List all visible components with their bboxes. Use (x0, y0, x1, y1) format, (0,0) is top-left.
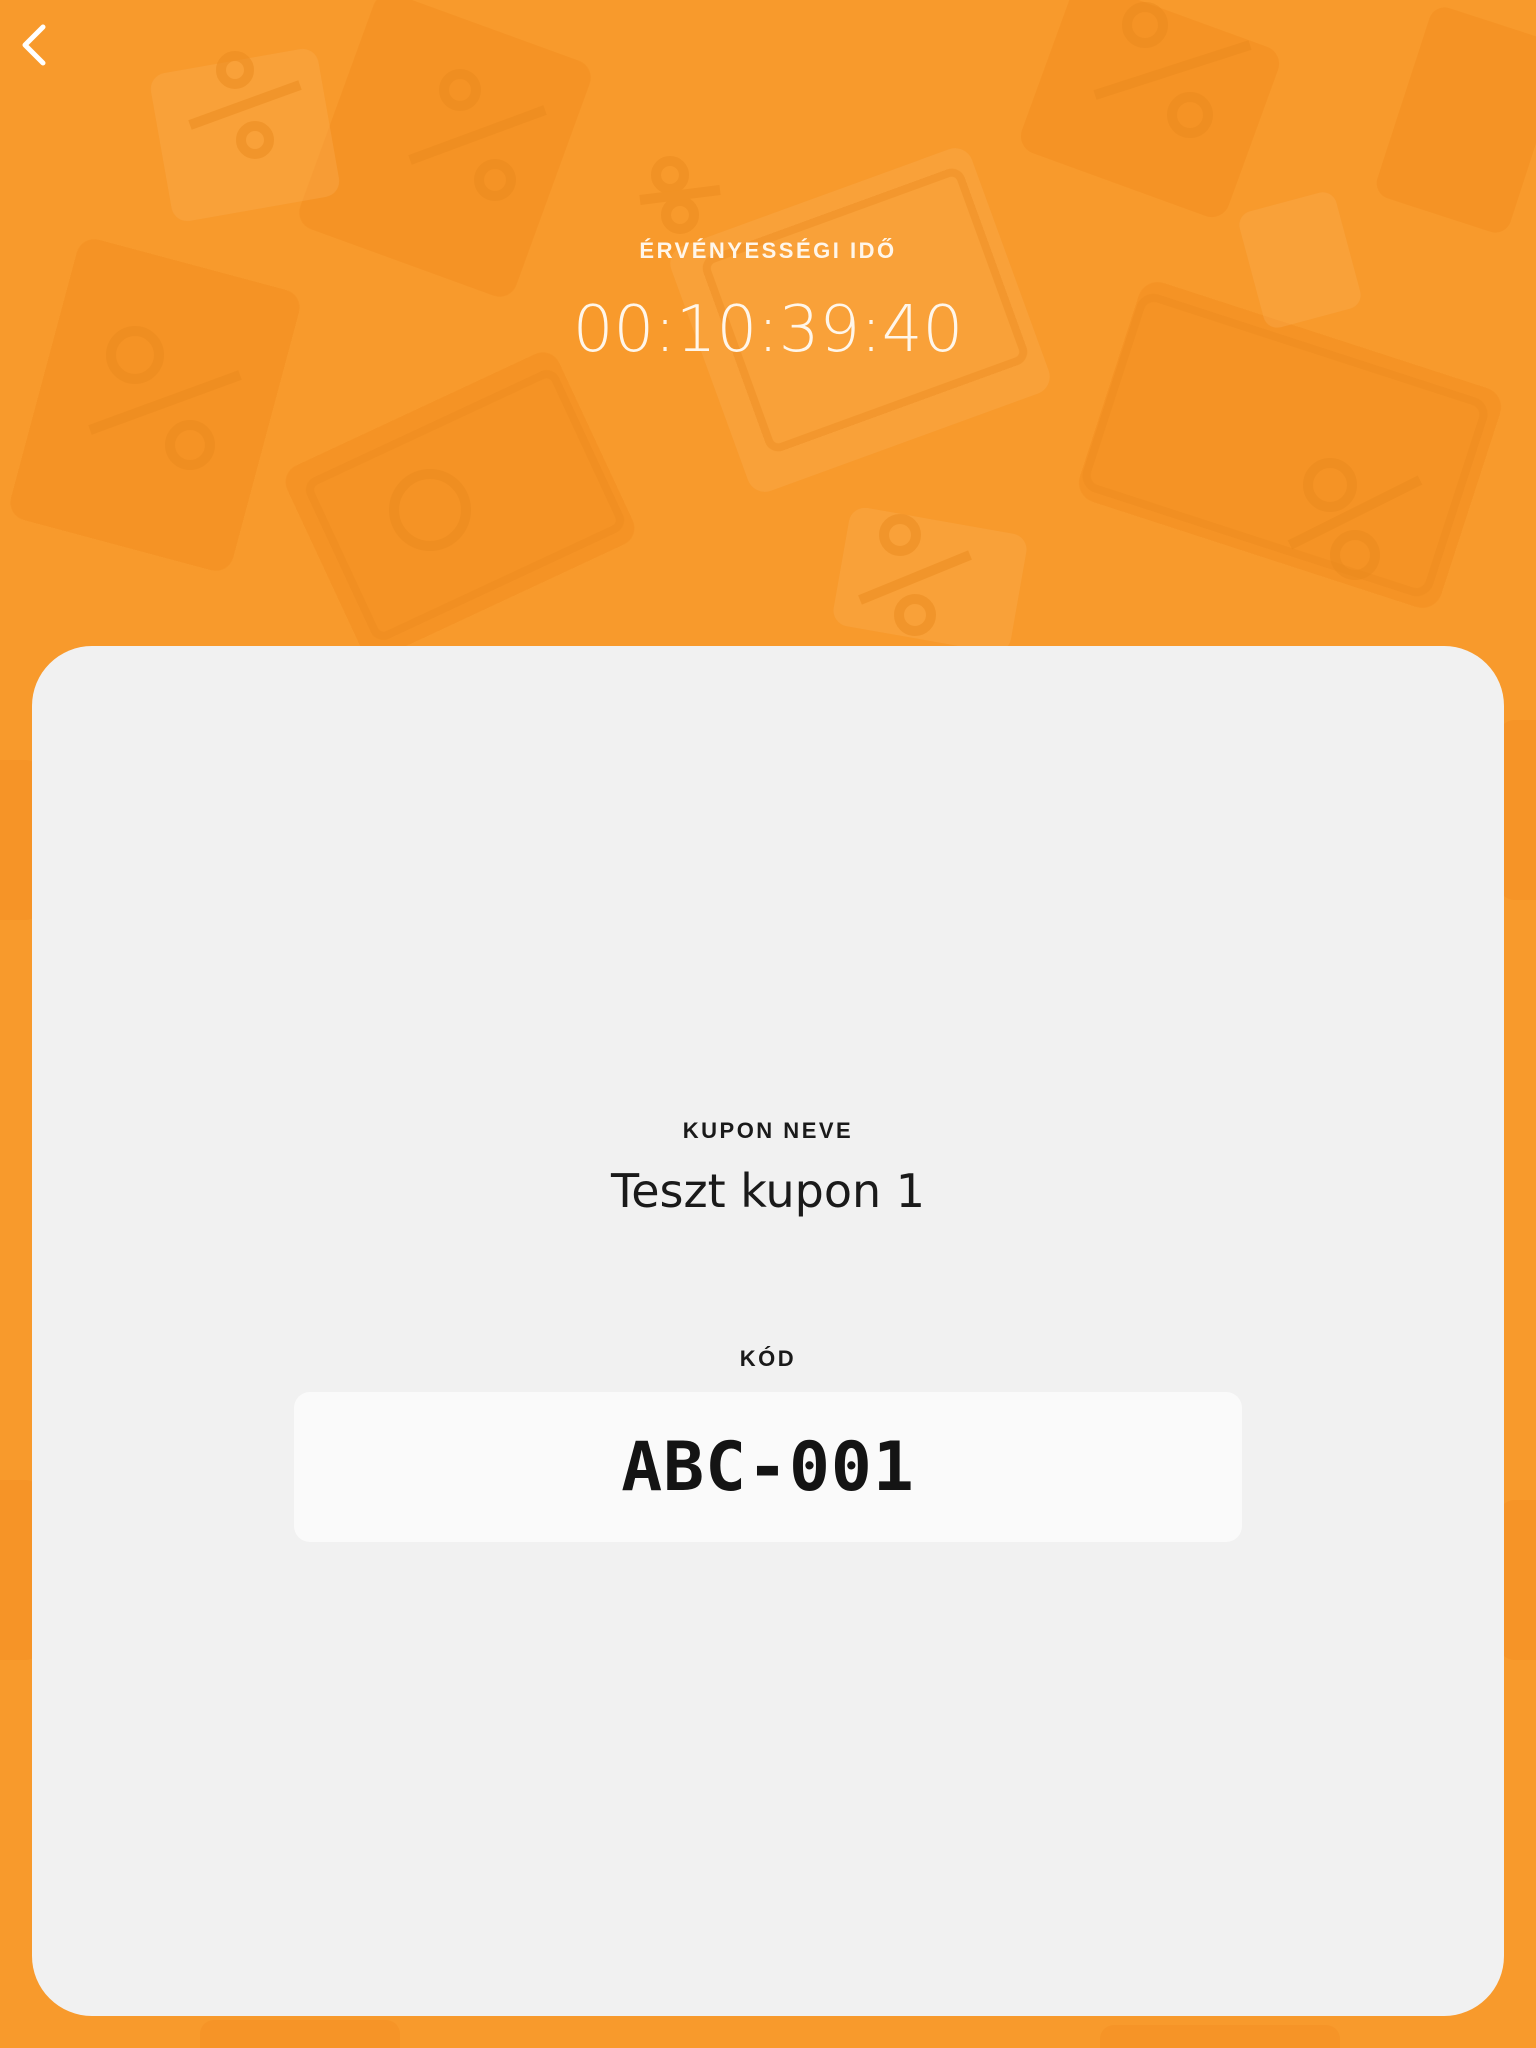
back-button[interactable] (4, 10, 64, 80)
coupon-code-value: ABC-001 (621, 1427, 915, 1507)
coupon-name-label: KUPON NEVE (682, 1118, 854, 1143)
coupon-code-label: KÓD (739, 1346, 797, 1371)
coupon-card: KUPON NEVE Teszt kupon 1 KÓD ABC-001 (32, 646, 1504, 2016)
validity-countdown: 00:10:39:40 (572, 293, 964, 367)
validity-header: ÉRVÉNYESSÉGI IDŐ 00:10:39:40 (0, 236, 1536, 366)
validity-label: ÉRVÉNYESSÉGI IDŐ (639, 238, 897, 263)
coupon-code-box: ABC-001 (294, 1392, 1242, 1542)
chevron-left-icon (22, 24, 46, 66)
coupon-name: Teszt kupon 1 (610, 1164, 926, 1218)
